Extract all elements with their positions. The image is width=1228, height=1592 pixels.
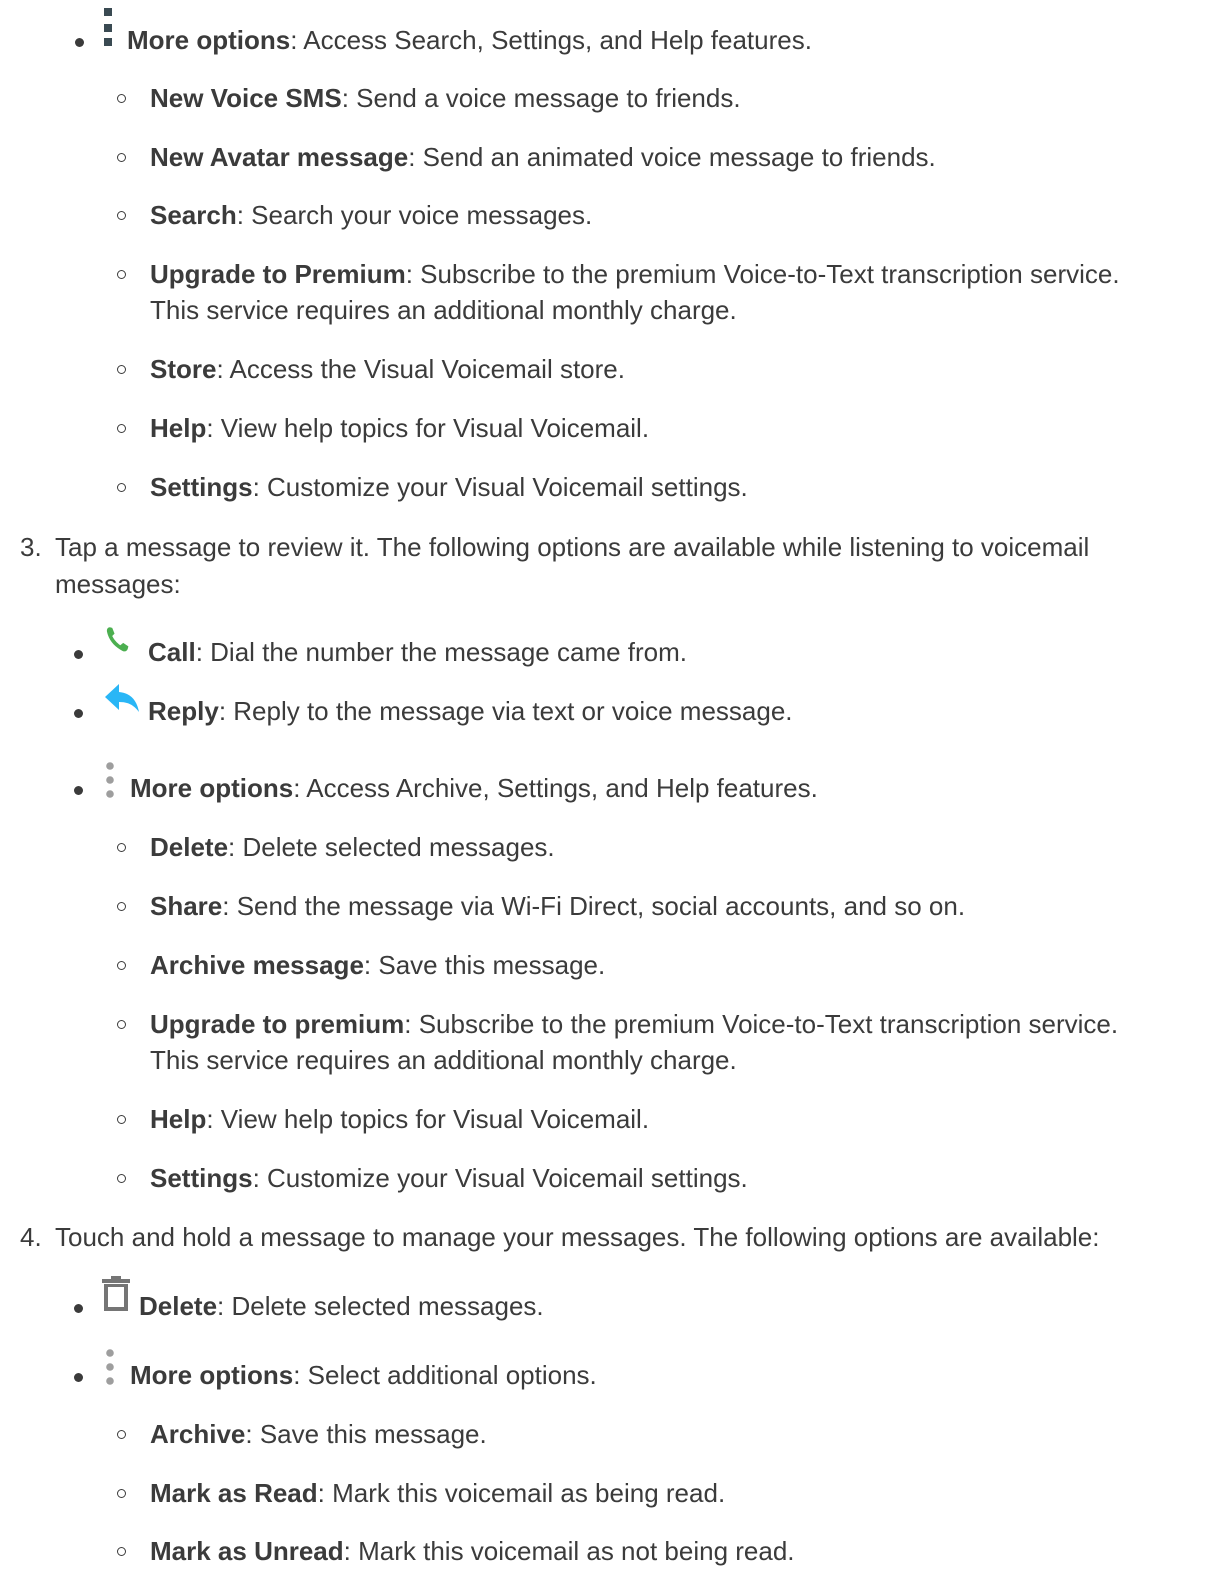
item-label: Upgrade to premium (150, 1009, 405, 1039)
call-icon (104, 625, 132, 664)
item-desc: : Send the message via Wi-Fi Direct, soc… (222, 891, 966, 921)
more-options-icon (103, 8, 113, 57)
item-label: More options (130, 1360, 294, 1390)
item-desc: : Reply to the message via text or voice… (218, 696, 793, 726)
item-desc: : Delete selected messages. (217, 1291, 544, 1321)
bullet (75, 38, 84, 47)
item-desc: : Send a voice message to friends. (341, 83, 741, 113)
item-label: Share (150, 891, 223, 921)
step-text: Tap a message to review it. The followin… (55, 532, 1090, 562)
item-desc: : View help topics for Visual Voicemail. (206, 1104, 650, 1134)
item-desc: : Send an animated voice message to frie… (408, 142, 936, 172)
item-desc: : Subscribe to the premium Voice-to-Text… (405, 259, 1120, 289)
item-desc-line2: This service requires an additional mont… (150, 295, 737, 325)
item-label: Search (150, 200, 237, 230)
item-label: Help (150, 1104, 207, 1134)
item-desc: : Save this message. (245, 1419, 487, 1449)
more-options-icon (105, 762, 115, 811)
item-desc: : Subscribe to the premium Voice-to-Text… (404, 1009, 1119, 1039)
item-desc: : Dial the number the message came from. (195, 637, 688, 667)
step-number: 4. (20, 1222, 42, 1252)
item-label: Archive message (150, 950, 364, 980)
item-label: Delete (139, 1291, 218, 1321)
item-label: Settings (150, 472, 253, 502)
item-label: Store (150, 354, 217, 384)
item-desc-line2: This service requires an additional mont… (150, 1045, 737, 1075)
item-label: New Avatar message (150, 142, 409, 172)
item-desc: : Mark this voicemail as not being read. (343, 1536, 795, 1566)
document-page: More options: Access Search, Settings, a… (0, 0, 1228, 1592)
item-label: Mark as Read (150, 1478, 318, 1508)
item-desc: : Search your voice messages. (236, 200, 593, 230)
item-label: Reply (148, 696, 219, 726)
item-desc: : Delete selected messages. (228, 832, 555, 862)
item-desc: : View help topics for Visual Voicemail. (206, 413, 650, 443)
item-label: Mark as Unread (150, 1536, 344, 1566)
step-text: Touch and hold a message to manage your … (55, 1222, 1100, 1252)
item-label: More options (127, 25, 291, 55)
item-label: Help (150, 413, 207, 443)
item-desc: : Access Search, Settings, and Help feat… (290, 25, 812, 55)
trash-icon (101, 1276, 131, 1321)
item-label: Settings (150, 1163, 253, 1193)
item-desc: : Save this message. (363, 950, 606, 980)
item-desc: : Access Archive, Settings, and Help fea… (293, 773, 818, 803)
reply-icon (103, 682, 141, 725)
step-number: 3. (20, 532, 42, 562)
item-desc: : Access the Visual Voicemail store. (216, 354, 625, 384)
item-label: Call (148, 637, 196, 667)
more-options-icon (105, 1349, 115, 1398)
item-label: Upgrade to Premium (150, 259, 406, 289)
step-text-line2: messages: (55, 569, 181, 599)
item-label: Delete (150, 832, 229, 862)
item-label: Archive (150, 1419, 246, 1449)
item-desc: : Mark this voicemail as being read. (317, 1478, 726, 1508)
item-desc: : Customize your Visual Voicemail settin… (252, 472, 748, 502)
item-label: More options (130, 773, 294, 803)
item-label: New Voice SMS (150, 83, 342, 113)
item-desc: : Customize your Visual Voicemail settin… (252, 1163, 748, 1193)
item-desc: : Select additional options. (293, 1360, 597, 1390)
